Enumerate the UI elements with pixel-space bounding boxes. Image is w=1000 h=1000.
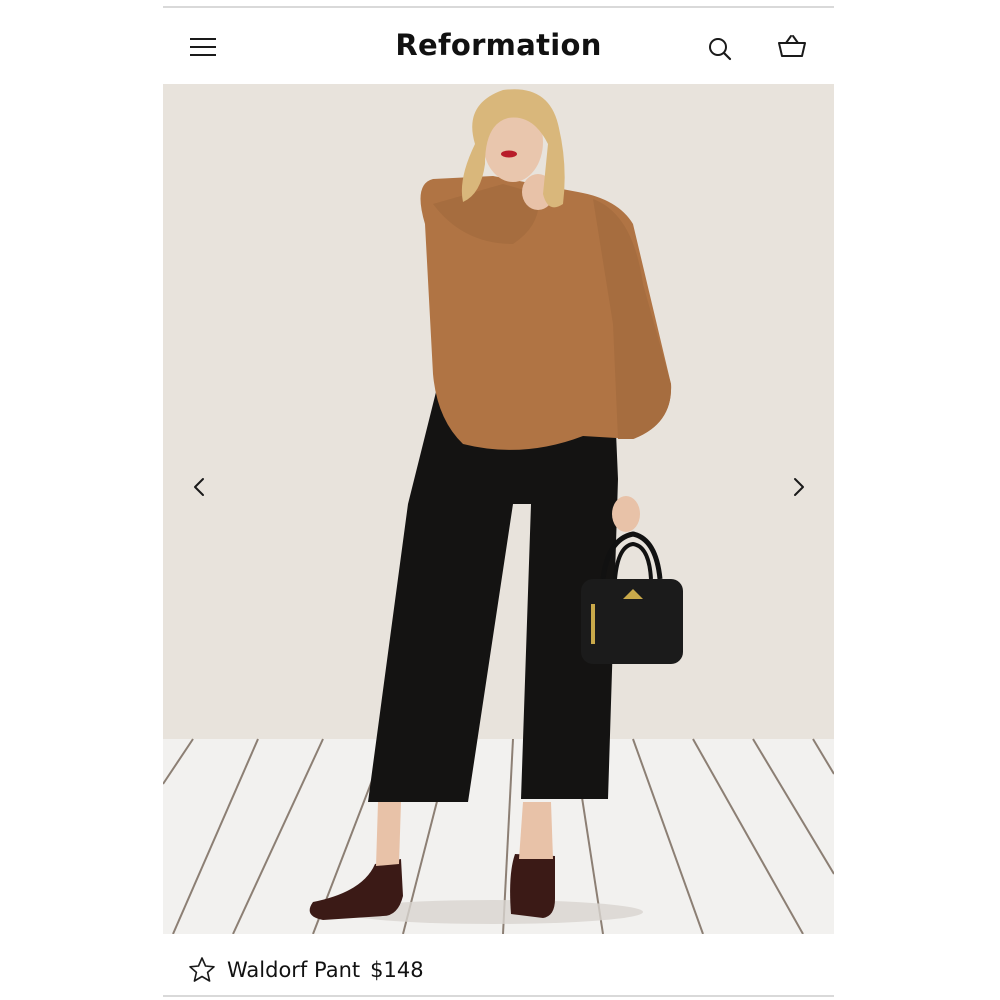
product-summary: Waldorf Pant $148 — [187, 952, 424, 988]
product-price: $148 — [370, 958, 424, 982]
search-icon[interactable] — [705, 34, 735, 64]
product-image-carousel[interactable] — [163, 84, 834, 934]
site-header: Reformation — [163, 8, 834, 84]
chevron-left-icon[interactable] — [185, 472, 215, 502]
hamburger-menu-icon[interactable] — [187, 34, 219, 60]
shopping-bag-icon[interactable] — [775, 32, 809, 62]
star-outline-icon[interactable] — [187, 955, 217, 985]
chevron-right-icon[interactable] — [783, 472, 813, 502]
bottom-divider — [163, 995, 834, 997]
mobile-page: Reformation Waldorf Pant $148 — [163, 0, 834, 1000]
product-photo — [163, 84, 834, 934]
product-name[interactable]: Waldorf Pant — [227, 958, 360, 982]
